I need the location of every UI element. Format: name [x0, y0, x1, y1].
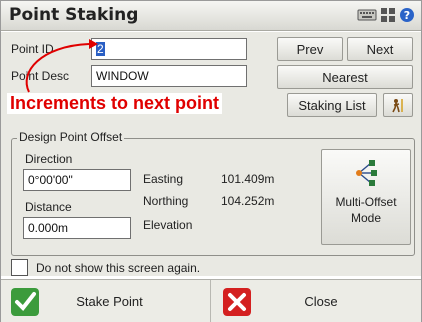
annotation-text: Increments to next point: [7, 93, 223, 114]
multi-offset-icon: [356, 160, 377, 186]
direction-field[interactable]: 0°00'00": [23, 169, 131, 191]
nearest-button[interactable]: Nearest: [277, 65, 413, 89]
title-icons: ?: [357, 7, 415, 23]
prev-button[interactable]: Prev: [277, 37, 343, 61]
easting-value: 101.409m: [221, 172, 275, 186]
do-not-show-checkbox[interactable]: [11, 259, 28, 276]
elevation-label: Elevation: [143, 218, 193, 232]
distance-label: Distance: [25, 200, 72, 214]
title-bar: Point Staking ?: [1, 1, 421, 31]
stake-point-label: Stake Point: [76, 294, 143, 309]
do-not-show-label: Do not show this screen again.: [36, 260, 201, 275]
close-label: Close: [304, 294, 338, 309]
close-icon: [223, 287, 251, 316]
help-icon[interactable]: ?: [399, 7, 415, 23]
close-button[interactable]: Close: [213, 280, 421, 322]
northing-label: Northing: [143, 194, 189, 208]
svg-text:?: ?: [404, 9, 410, 22]
bottom-bar: Stake Point Close: [1, 279, 421, 322]
northing-value: 104.252m: [221, 194, 275, 208]
multi-offset-label: Multi-Offset Mode: [335, 195, 397, 225]
person-staking-button[interactable]: [383, 93, 413, 117]
group-legend: Design Point Offset: [17, 130, 125, 144]
staking-list-button[interactable]: Staking List: [287, 93, 377, 117]
easting-label: Easting: [143, 172, 184, 186]
do-not-show-checkbox-row[interactable]: Do not show this screen again.: [11, 259, 200, 276]
keyboard-icon[interactable]: [357, 8, 377, 22]
person-icon: [392, 99, 403, 113]
checkmark-icon: [11, 287, 39, 316]
annotation-arrow: [25, 39, 98, 93]
multi-offset-mode-button[interactable]: Multi-Offset Mode: [321, 149, 411, 245]
point-staking-window: Point Staking ? Point ID 2 Prev Next Poi…: [0, 0, 422, 322]
window-title: Point Staking: [9, 5, 139, 25]
stake-point-button[interactable]: Stake Point: [1, 280, 211, 322]
direction-label: Direction: [25, 152, 73, 166]
point-id-field[interactable]: 2: [91, 38, 247, 60]
point-desc-field[interactable]: WINDOW: [91, 65, 247, 87]
next-button[interactable]: Next: [347, 37, 413, 61]
grid-menu-icon[interactable]: [380, 7, 396, 23]
main-panel: Point ID 2 Prev Next Point Desc WINDOW N…: [1, 32, 421, 276]
distance-field[interactable]: 0.000m: [23, 217, 131, 239]
